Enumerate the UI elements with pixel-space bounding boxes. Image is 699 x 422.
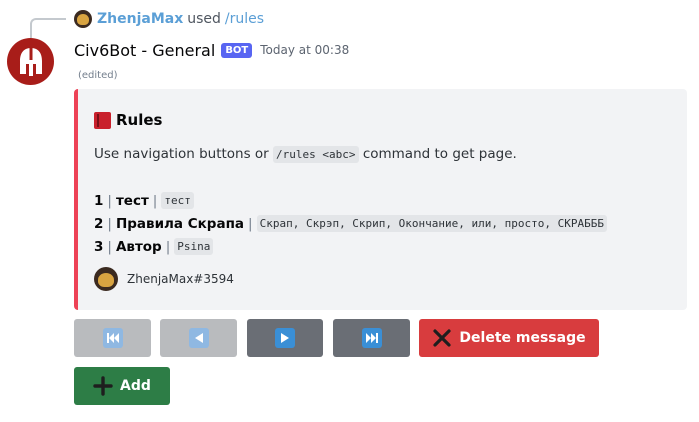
desc-after: command to get page. — [362, 146, 517, 162]
first-page-button[interactable] — [74, 319, 151, 357]
rule-aliases: тест — [161, 192, 194, 209]
rules-list: 1 | тест | тест 2 | Правила Скрапа | Скрап, Скрэ… — [94, 189, 607, 258]
delete-message-button[interactable]: Delete message — [419, 319, 599, 357]
rule-aliases: Psina — [174, 238, 214, 255]
command-reply-header: ZhenjaMax used /rules — [74, 9, 264, 29]
bot-badge: BOT — [221, 42, 253, 58]
message-header: Civ6Bot - General BOT Today at 00:38 — [74, 39, 349, 61]
message-timestamp[interactable]: Today at 00:38 — [260, 43, 349, 57]
bot-avatar[interactable] — [7, 38, 54, 85]
rule-name: Правила Скрапа — [115, 215, 245, 232]
last-page-icon — [361, 328, 382, 348]
reply-command[interactable]: /rules — [225, 11, 264, 27]
rule-number: 1 — [94, 192, 104, 209]
embed-description: Use navigation buttons or /rules <abc> c… — [94, 146, 517, 163]
next-page-icon — [275, 328, 295, 348]
rules-embed: Rules Use navigation buttons or /rules <… — [74, 89, 687, 310]
rule-name: Автор — [115, 238, 162, 255]
bot-name[interactable]: Civ6Bot - General — [74, 41, 215, 60]
last-page-button[interactable] — [333, 319, 410, 357]
close-icon — [433, 329, 452, 347]
red-book-icon — [94, 111, 111, 129]
rule-aliases: Скрап, Скрэп, Скрип, Окончание, или, про… — [256, 215, 607, 232]
rule-name: тест — [115, 192, 149, 209]
add-button[interactable]: Add — [74, 367, 170, 405]
rule-number: 2 — [94, 215, 104, 232]
reply-username[interactable]: ZhenjaMax — [97, 11, 183, 27]
reply-connector — [30, 18, 66, 38]
desc-before: Use navigation buttons or — [94, 146, 269, 162]
edited-label: (edited) — [78, 70, 118, 81]
rule-item: 2 | Правила Скрапа | Скрап, Скрэп, Скрип, Ок… — [94, 212, 607, 235]
rule-item: 3 | Автор | Psina — [94, 235, 607, 258]
helmet-icon — [19, 47, 42, 76]
footer-text: ZhenjaMax#3594 — [127, 272, 234, 286]
delete-message-label: Delete message — [459, 330, 586, 346]
embed-title-text: Rules — [116, 111, 163, 129]
first-page-icon — [102, 328, 123, 348]
rule-item: 1 | тест | тест — [94, 189, 607, 212]
add-label: Add — [120, 378, 151, 394]
footer-avatar — [94, 267, 118, 291]
embed-footer: ZhenjaMax#3594 — [94, 267, 234, 291]
plus-icon — [93, 376, 113, 396]
rule-number: 3 — [94, 238, 104, 255]
previous-page-icon — [188, 328, 209, 348]
previous-page-button[interactable] — [160, 319, 237, 357]
desc-command-code: /rules <abc> — [273, 146, 359, 163]
next-page-button[interactable] — [247, 319, 323, 357]
embed-title: Rules — [94, 111, 162, 129]
reply-used-text: used — [187, 11, 221, 27]
user-avatar[interactable] — [74, 10, 92, 28]
